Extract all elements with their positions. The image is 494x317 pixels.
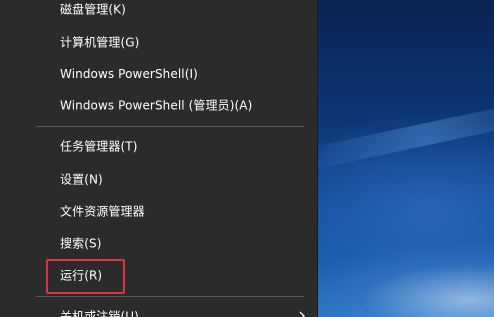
menu-item-label: 磁盘管理(K) bbox=[60, 2, 126, 16]
menu-item-label: 关机或注销(U) bbox=[60, 309, 139, 317]
menu-item-settings[interactable]: 设置(N) bbox=[0, 163, 317, 194]
menu-item-label: 搜索(S) bbox=[60, 236, 102, 250]
menu-item-task-manager[interactable]: 任务管理器(T) bbox=[0, 130, 317, 161]
menu-item-label: 任务管理器(T) bbox=[60, 139, 138, 153]
winx-context-menu: 磁盘管理(K) 计算机管理(G) Windows PowerShell(I) W… bbox=[0, 0, 317, 317]
menu-item-search[interactable]: 搜索(S) bbox=[0, 227, 317, 258]
menu-item-label: 设置(N) bbox=[60, 172, 103, 186]
menu-item-label: 文件资源管理器 bbox=[60, 204, 145, 218]
menu-item-label: 运行(R) bbox=[60, 268, 103, 282]
menu-item-file-explorer[interactable]: 文件资源管理器 bbox=[0, 195, 317, 226]
menu-item-shutdown-signout[interactable]: 关机或注销(U) bbox=[0, 300, 317, 317]
menu-item-label: Windows PowerShell(I) bbox=[60, 66, 198, 81]
menu-divider bbox=[36, 126, 304, 127]
wallpaper-light-beam bbox=[297, 96, 494, 172]
menu-divider bbox=[36, 296, 304, 297]
menu-item-label: 计算机管理(G) bbox=[60, 35, 140, 49]
menu-item-windows-powershell[interactable]: Windows PowerShell(I) bbox=[0, 58, 317, 89]
chevron-right-icon bbox=[299, 311, 305, 317]
menu-item-label: Windows PowerShell (管理员)(A) bbox=[60, 98, 253, 112]
menu-item-computer-management[interactable]: 计算机管理(G) bbox=[0, 26, 317, 57]
menu-item-windows-powershell-admin[interactable]: Windows PowerShell (管理员)(A) bbox=[0, 89, 317, 120]
menu-item-run[interactable]: 运行(R) bbox=[0, 259, 317, 290]
menu-item-disk-management[interactable]: 磁盘管理(K) bbox=[0, 0, 317, 24]
